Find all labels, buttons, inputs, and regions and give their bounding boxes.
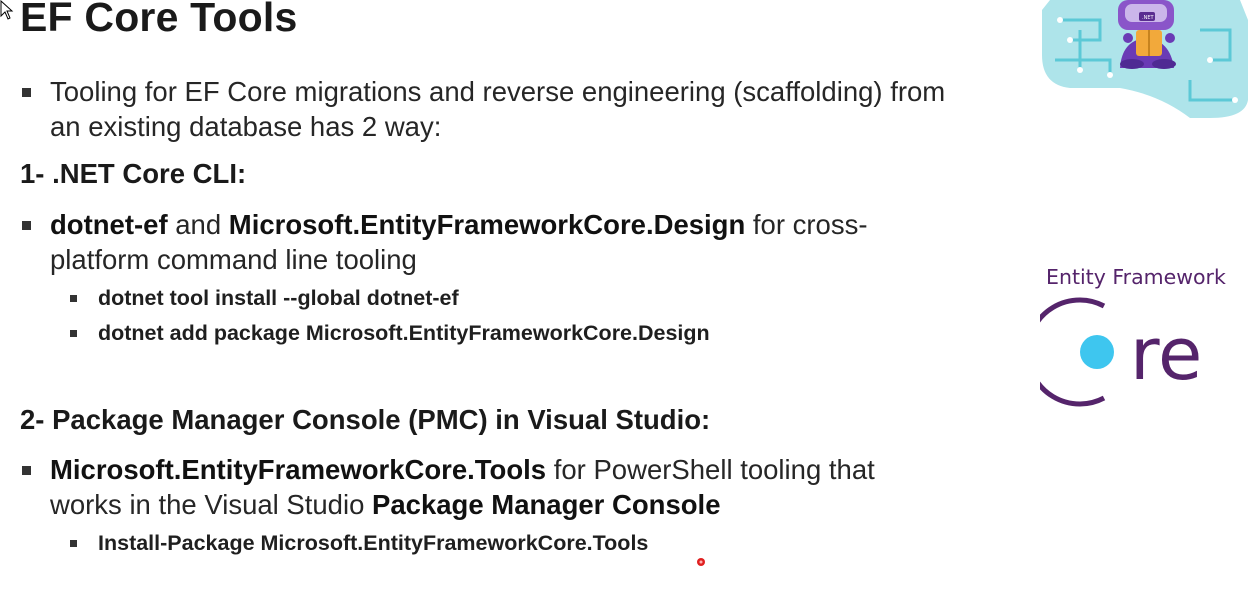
section2-bold2: Package Manager Console <box>372 489 721 520</box>
section1-bullet-text: dotnet-ef and Microsoft.EntityFrameworkC… <box>50 207 952 277</box>
section2-sub-item: Install-Package Microsoft.EntityFramewor… <box>70 531 648 556</box>
section2-bold1: Microsoft.EntityFrameworkCore.Tools <box>50 454 547 485</box>
bullet-square-icon <box>70 330 77 337</box>
section1-sub-item: dotnet add package Microsoft.EntityFrame… <box>70 321 710 346</box>
sub-item-text: dotnet add package Microsoft.EntityFrame… <box>98 321 710 345</box>
bullet-square-icon <box>22 88 31 97</box>
section1-heading: 1- .NET Core CLI: <box>20 158 247 189</box>
sub-item-text: Install-Package Microsoft.EntityFramewor… <box>98 531 649 555</box>
ef-logo-label: Entity Framework <box>1046 265 1226 289</box>
section1-mid1: and <box>167 209 229 240</box>
bullet-square-icon <box>22 221 31 230</box>
section2-bullet: Microsoft.EntityFrameworkCore.Tools for … <box>22 452 952 522</box>
bullet-square-icon <box>70 295 77 302</box>
intro-bullet: Tooling for EF Core migrations and rever… <box>22 74 952 144</box>
dotnet-bot-mascot-icon: .NET <box>1042 0 1248 118</box>
mouse-pointer-icon <box>0 0 14 20</box>
mascot-badge: .NET <box>1142 15 1154 21</box>
section1-bold2: Microsoft.EntityFrameworkCore.Design <box>228 209 746 240</box>
ef-logo-word: re <box>1130 312 1202 396</box>
slide-title: EF Core Tools <box>20 0 298 40</box>
sub-item-text: dotnet tool install --global dotnet-ef <box>98 286 459 310</box>
section1-sub-item: dotnet tool install --global dotnet-ef <box>70 286 459 311</box>
intro-text: Tooling for EF Core migrations and rever… <box>50 76 946 142</box>
bullet-square-icon <box>22 466 31 475</box>
section1-bold1: dotnet-ef <box>50 209 168 240</box>
section2-heading: 2- Package Manager Console (PMC) in Visu… <box>20 404 711 435</box>
ef-core-logo-icon: re <box>1040 297 1202 407</box>
section2-bullet-text: Microsoft.EntityFrameworkCore.Tools for … <box>50 452 952 522</box>
section1-bullet: dotnet-ef and Microsoft.EntityFrameworkC… <box>22 207 952 277</box>
bullet-square-icon <box>70 540 77 547</box>
laser-pointer-dot-icon <box>697 558 705 566</box>
